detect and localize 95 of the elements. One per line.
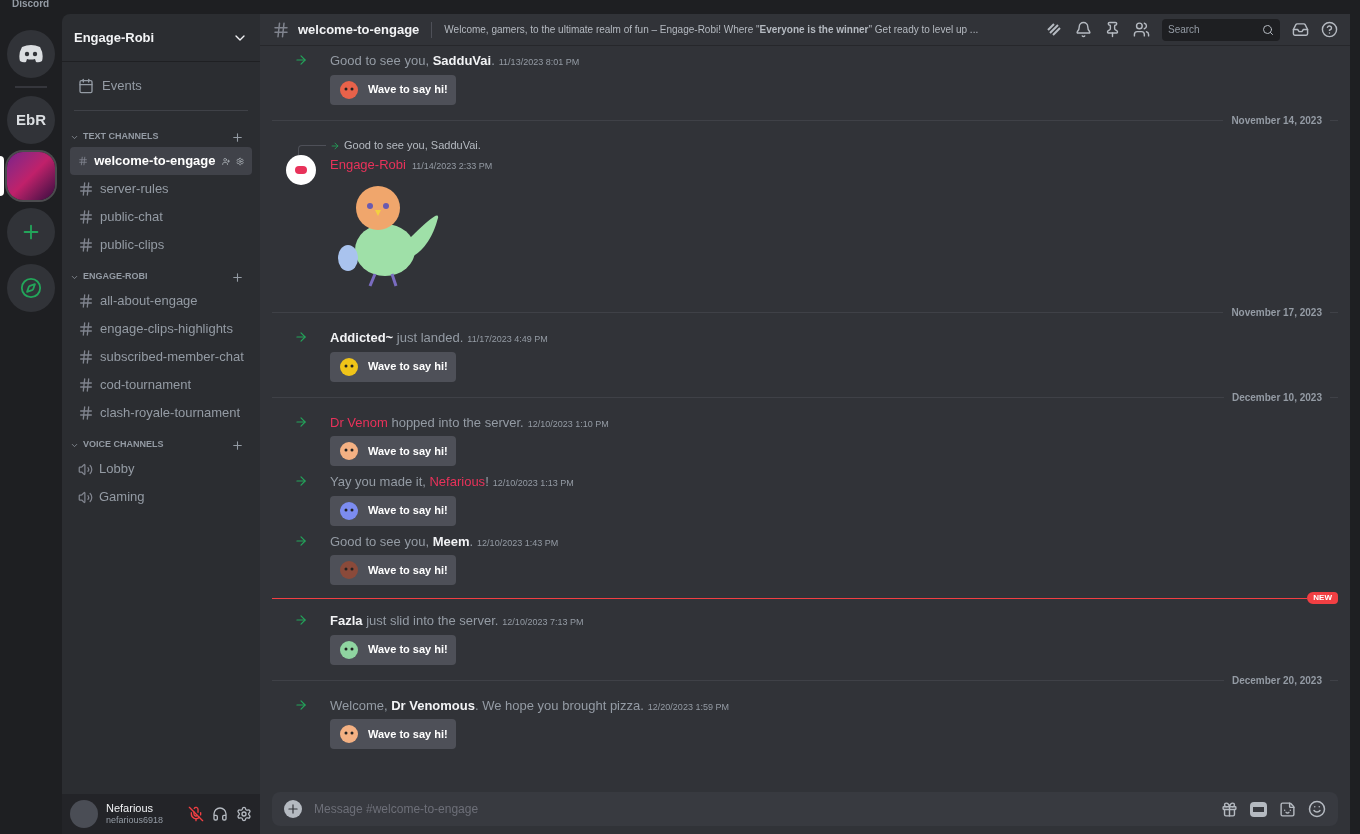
calendar-icon (78, 78, 94, 94)
date-divider: December 20, 2023 (1231, 673, 1322, 688)
date-divider: December 10, 2023 (1231, 390, 1322, 405)
channel-item[interactable]: all-about-engage (70, 287, 252, 315)
search-icon (1262, 23, 1274, 36)
hash-icon (78, 237, 94, 253)
author-name: Engage-Robi (330, 155, 406, 174)
pin-icon[interactable] (1104, 21, 1121, 38)
date-divider: November 17, 2023 (1231, 306, 1322, 320)
timestamp: 12/20/2023 1:59 PM (647, 700, 729, 714)
timestamp: 11/13/2023 8:01 PM (498, 56, 580, 69)
wave-button[interactable]: Wave to say hi! (330, 351, 456, 382)
timestamp: 11/14/2023 2:33 PM (411, 159, 493, 173)
discover-button[interactable] (7, 264, 55, 312)
arrow-right-icon (294, 474, 308, 488)
message-input[interactable]: Message #welcome-to-engage (314, 800, 1209, 818)
locked-hash-icon (78, 349, 94, 365)
inbox-icon[interactable] (1292, 21, 1309, 38)
reply-preview: Good to see you, SadduVai. (344, 138, 481, 154)
gift-icon[interactable] (1221, 800, 1238, 818)
hash-icon (78, 293, 94, 309)
avatar (286, 154, 316, 185)
user-tag: nefarious6918 (106, 814, 180, 826)
channel-item[interactable]: welcome-to-engage (70, 147, 252, 175)
settings-button[interactable] (236, 806, 252, 822)
plus-icon[interactable] (231, 270, 244, 284)
channel-item[interactable]: subscribed-member-chat (70, 343, 252, 371)
join-message: Addicted~ just landed. (330, 329, 464, 347)
wave-button[interactable]: Wave to say hi! (330, 74, 456, 105)
members-icon[interactable] (1133, 21, 1150, 38)
server-button[interactable]: EbR (7, 96, 55, 144)
controller-logo-icon (18, 44, 44, 64)
channel-item[interactable]: public-clips (70, 231, 252, 259)
join-message: Yay you made it, Nefarious! (330, 473, 489, 491)
channel-item[interactable]: cod-tournament (70, 371, 252, 399)
user-name: Nefarious (106, 802, 155, 814)
channel-title: welcome-to-engage (298, 20, 420, 39)
hash-icon (78, 209, 94, 225)
locked-hash-icon (78, 377, 94, 393)
plus-icon[interactable] (231, 130, 244, 144)
timestamp: 12/10/2023 7:13 PM (502, 616, 584, 629)
hash-icon (78, 181, 94, 197)
hash-icon (272, 20, 290, 39)
category-header[interactable]: TEXT CHANNELS (70, 130, 159, 144)
user-avatar (70, 800, 98, 828)
join-message: Good to see you, SadduVai. (330, 52, 495, 70)
mute-button[interactable] (188, 806, 204, 822)
date-divider: November 14, 2023 (1231, 113, 1322, 128)
server-image-button[interactable] (7, 152, 55, 200)
sticker-icon[interactable] (1279, 800, 1296, 818)
channel-item[interactable]: Gaming (70, 483, 252, 511)
headphones-button[interactable] (212, 806, 228, 822)
category-header[interactable]: ENGAGE-ROBI (70, 270, 148, 284)
reply-connector (298, 144, 326, 155)
timestamp: 11/17/2023 4:49 PM (467, 333, 548, 346)
join-message: Good to see you, Meem. (330, 532, 474, 551)
wave-button[interactable]: Wave to say hi! (330, 719, 456, 749)
timestamp: 12/10/2023 1:10 PM (527, 417, 609, 431)
channel-item[interactable]: clash-royale-tournament (70, 399, 252, 427)
compass-icon (20, 277, 42, 299)
add-attachment-icon (284, 800, 302, 818)
wave-button[interactable]: Wave to say hi! (330, 436, 456, 466)
channel-item[interactable]: Lobby (70, 455, 252, 483)
arrow-right-icon (294, 330, 308, 344)
home-button[interactable] (7, 30, 55, 78)
locked-hash-icon (78, 405, 94, 421)
join-message: Fazla just slid into the server. (330, 612, 499, 630)
speaker-icon (78, 461, 93, 477)
plus-icon[interactable] (231, 438, 244, 452)
channel-item[interactable]: public-chat (70, 203, 252, 231)
join-message: Welcome, Dr Venomous. We hope you brought pizza. (330, 696, 644, 715)
arrow-right-icon (330, 140, 340, 151)
wave-button[interactable]: Wave to say hi! (330, 555, 456, 585)
timestamp: 12/10/2023 1:13 PM (492, 477, 574, 490)
channel-item[interactable]: engage-clips-highlights (70, 315, 252, 343)
join-message: Dr Venom hopped into the server. (330, 413, 524, 432)
hash-icon (78, 321, 94, 337)
add-server-button[interactable] (7, 208, 55, 256)
emoji-icon[interactable] (1308, 800, 1326, 818)
search-field[interactable]: Search (1162, 18, 1280, 41)
events-item[interactable]: Events (70, 70, 252, 102)
bell-icon[interactable] (1075, 21, 1092, 38)
new-badge: NEW (1307, 592, 1338, 604)
arrow-right-icon (294, 414, 308, 429)
category-header[interactable]: VOICE CHANNELS (70, 438, 164, 452)
wave-button[interactable]: Wave to say hi! (330, 495, 456, 526)
app-title: Discord (12, 0, 50, 10)
channel-topic: Welcome, gamers, to the ultimate realm of fun – Engage-Robi! Where "Everyone is the winner" Get ready to level up ... (444, 23, 980, 37)
microphone-off-icon (188, 806, 204, 822)
help-icon[interactable] (1321, 21, 1338, 38)
message-field[interactable]: Message #welcome-to-engage (272, 792, 1338, 826)
timestamp: 12/10/2023 1:43 PM (477, 536, 559, 550)
speaker-icon (78, 489, 93, 505)
wave-button[interactable]: Wave to say hi! (330, 634, 456, 665)
channel-item[interactable]: server-rules (70, 175, 252, 203)
